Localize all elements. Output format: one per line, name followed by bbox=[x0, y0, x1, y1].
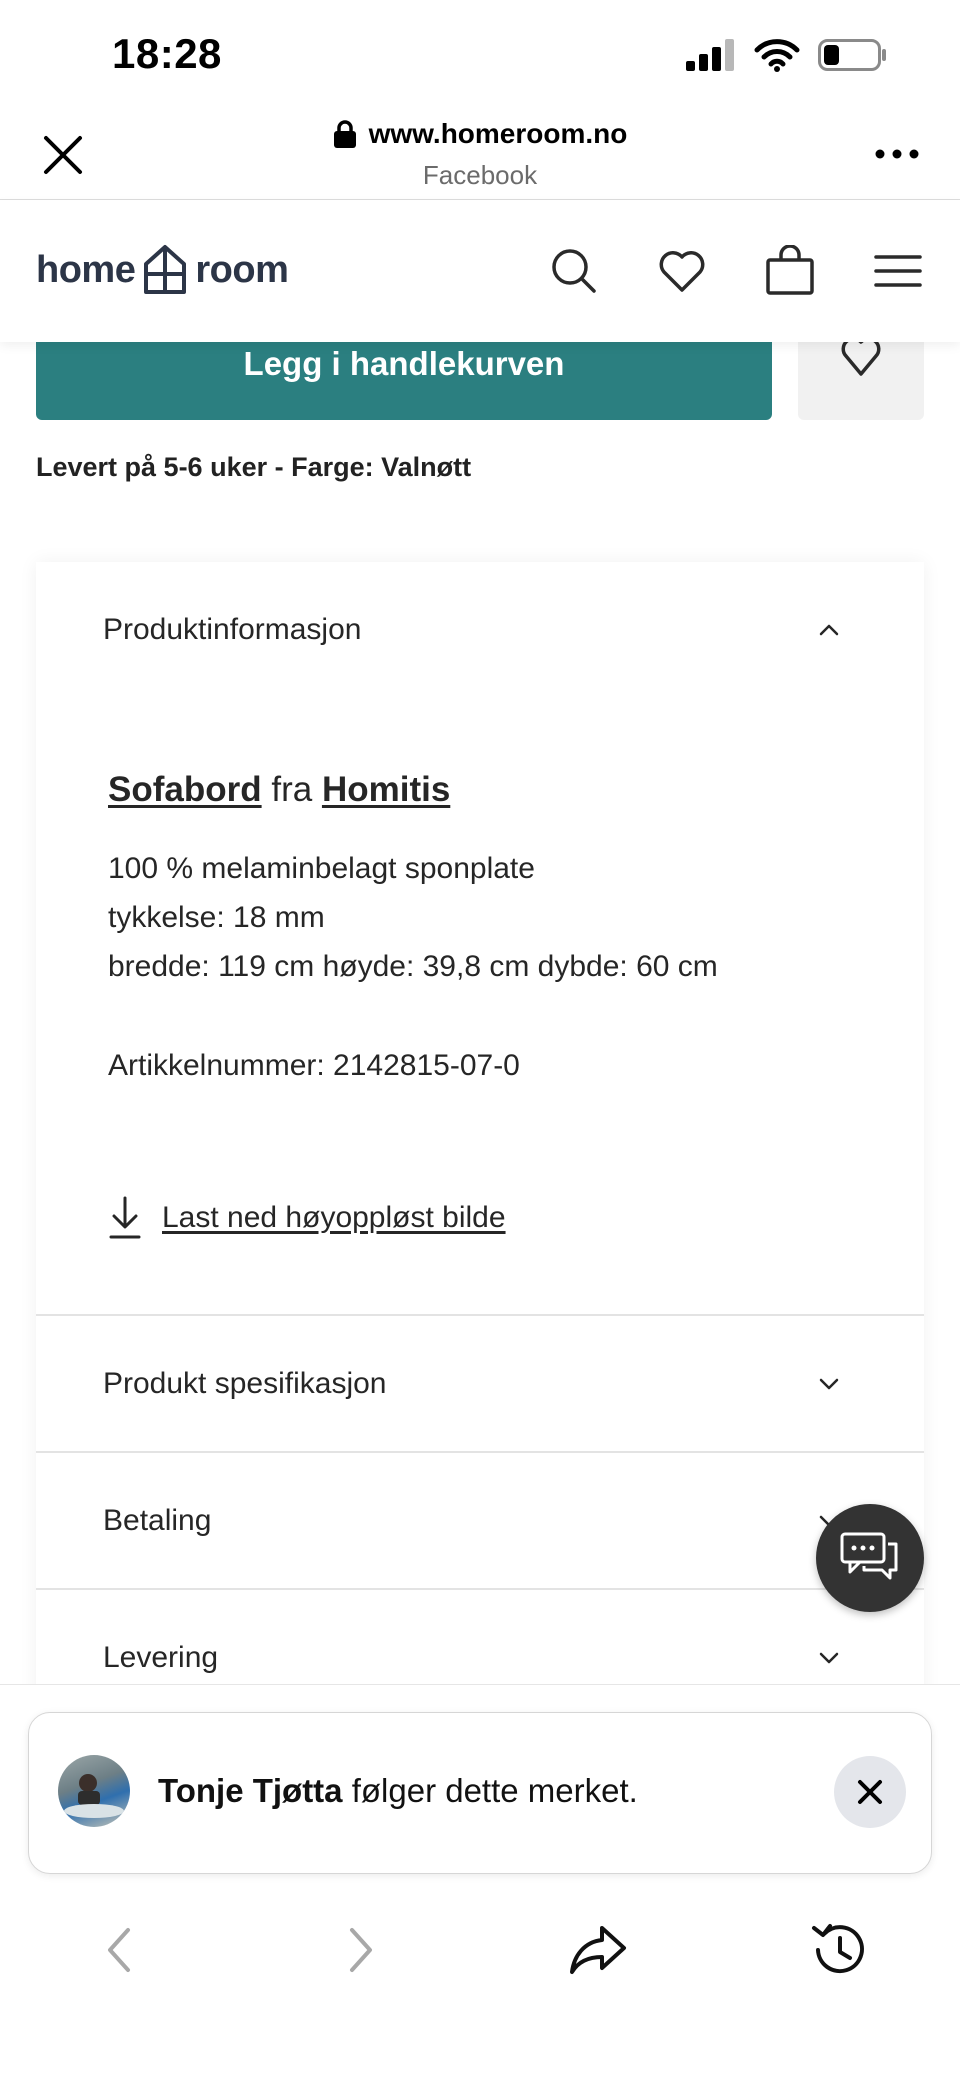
notification-message: følger dette merket. bbox=[351, 1772, 638, 1809]
chevron-down-icon[interactable] bbox=[817, 1650, 841, 1666]
url-area[interactable]: www.homeroom.no Facebook bbox=[0, 118, 960, 191]
download-image-link[interactable]: Last ned høyoppløst bilde bbox=[108, 1196, 506, 1240]
wifi-icon bbox=[754, 39, 800, 72]
add-to-cart-label: Legg i handlekurven bbox=[243, 345, 565, 382]
heart-icon[interactable] bbox=[656, 245, 708, 297]
material-line: 100 % melaminbelagt sponplate bbox=[108, 852, 535, 885]
download-icon bbox=[109, 1196, 141, 1239]
accordion-payment-title[interactable]: Betaling bbox=[103, 1504, 211, 1538]
chat-icon bbox=[840, 1532, 898, 1580]
product-heading: Sofabord fra Homitis bbox=[108, 770, 450, 810]
signal-icon bbox=[686, 39, 734, 71]
house-logo-icon bbox=[144, 245, 187, 294]
close-notification-button[interactable] bbox=[834, 1756, 906, 1828]
brand-link[interactable]: Homitis bbox=[322, 770, 450, 809]
battery-icon bbox=[818, 39, 886, 71]
back-arrow-icon[interactable] bbox=[90, 1920, 150, 1980]
logo-text-right: room bbox=[195, 248, 289, 291]
dimensions-line: bredde: 119 cm høyde: 39,8 cm dybde: 60 … bbox=[108, 950, 718, 983]
from-word: fra bbox=[271, 770, 313, 809]
download-label: Last ned høyoppløst bilde bbox=[162, 1201, 506, 1234]
homeroom-logo[interactable]: home room bbox=[36, 244, 289, 296]
status-icons bbox=[686, 38, 888, 72]
product-type-link[interactable]: Sofabord bbox=[108, 770, 262, 809]
product-accordion bbox=[36, 562, 924, 1722]
delivery-note: Levert på 5-6 uker - Farge: Valnøtt bbox=[36, 452, 472, 482]
avatar bbox=[58, 1755, 130, 1827]
more-icon[interactable] bbox=[874, 146, 920, 162]
lock-icon bbox=[333, 120, 356, 148]
shopping-bag-icon[interactable] bbox=[764, 245, 816, 297]
status-time: 18:28 bbox=[112, 30, 222, 77]
history-icon[interactable] bbox=[808, 1920, 868, 1980]
divider bbox=[36, 1588, 924, 1590]
article-number: Artikkelnummer: 2142815-07-0 bbox=[108, 1049, 520, 1082]
divider bbox=[36, 1314, 924, 1316]
chevron-up-icon[interactable] bbox=[817, 622, 841, 638]
chevron-down-icon[interactable] bbox=[817, 1376, 841, 1392]
accordion-product-info-title[interactable]: Produktinformasjon bbox=[103, 613, 361, 647]
chat-button[interactable] bbox=[816, 1504, 924, 1612]
thickness-line: tykkelse: 18 mm bbox=[108, 901, 325, 934]
url-source: Facebook bbox=[422, 160, 538, 190]
share-icon[interactable] bbox=[568, 1920, 628, 1980]
divider bbox=[36, 1451, 924, 1453]
search-icon[interactable] bbox=[548, 245, 600, 297]
accordion-delivery-title[interactable]: Levering bbox=[103, 1641, 218, 1675]
notification-text: Tonje Tjøtta følger dette merket. bbox=[158, 1772, 638, 1810]
follower-name: Tonje Tjøtta bbox=[158, 1772, 343, 1809]
forward-arrow-icon[interactable] bbox=[330, 1920, 390, 1980]
url-text: www.homeroom.no bbox=[368, 118, 628, 149]
accordion-spec-title[interactable]: Produkt spesifikasjon bbox=[103, 1367, 386, 1401]
logo-text-left: home bbox=[36, 248, 136, 291]
close-icon bbox=[858, 1780, 882, 1804]
menu-icon[interactable] bbox=[872, 245, 924, 297]
